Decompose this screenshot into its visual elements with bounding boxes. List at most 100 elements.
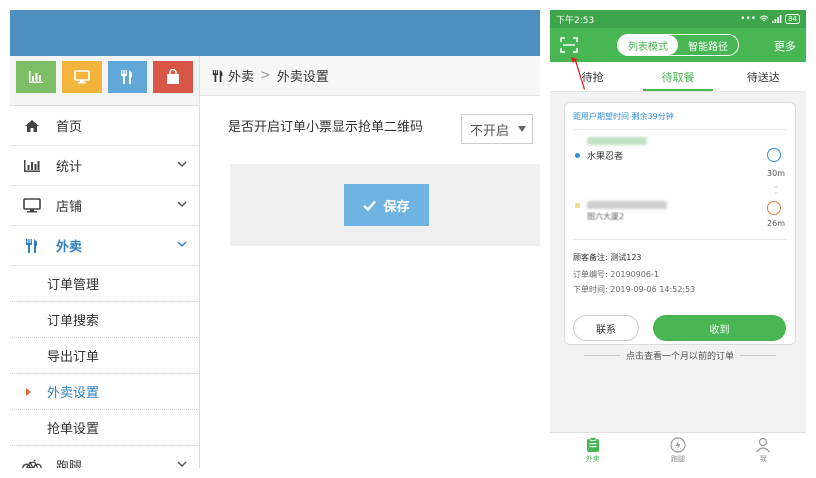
chevron-down-icon [177, 241, 187, 247]
bicycle-icon [22, 458, 42, 468]
sidebar-item-label: 店铺 [56, 200, 83, 215]
location-pin-orange-icon [767, 201, 781, 215]
blurred-address [587, 201, 667, 209]
checkmark-icon [363, 200, 377, 211]
submenu-item-order-search[interactable]: 订单搜索 [10, 302, 199, 338]
submenu-item-order-management[interactable]: 订单管理 [10, 266, 199, 302]
customer-distance: 26m [767, 219, 785, 228]
main-content: 外卖 > 外卖设置 是否开启订单小票显示抢单二维码 不开启 保存 [200, 56, 540, 468]
nav-errand[interactable]: 跑腿 [635, 433, 720, 468]
chevron-down-icon [177, 161, 187, 167]
submenu-item-label: 外卖设置 [47, 386, 100, 401]
order-number: 订单编号: 20190906-1 [573, 270, 659, 279]
bar-chart-icon [28, 71, 43, 83]
receive-button[interactable]: 收到 [653, 315, 786, 341]
older-orders-label: 点击查看一个月以前的订单 [625, 351, 734, 362]
qrcode-toggle-select[interactable]: 不开启 [461, 114, 533, 144]
mode-route-button[interactable]: 智能路径 [678, 35, 738, 55]
admin-panel: 首页 统计 店铺 外卖 订单管理 订单搜索 导出订单 外卖设置 抢单设置 跑腿 [10, 10, 540, 468]
sidebar-item-stats[interactable]: 统计 [10, 146, 199, 186]
contact-button[interactable]: 联系 [573, 315, 639, 341]
order-tabs: 待抢 待取餐 待送达 [550, 62, 806, 92]
breadcrumb: 外卖 > 外卖设置 [200, 56, 540, 96]
divider [573, 239, 787, 240]
fork-knife-icon [212, 69, 223, 82]
tab-pending-pickup[interactable]: 待取餐 [635, 62, 720, 91]
order-time: 下单时间: 2019-09-06 14:52:53 [573, 285, 696, 294]
sidebar-item-takeout[interactable]: 外卖 [10, 226, 199, 266]
sidebar-item-label: 跑腿 [56, 460, 83, 468]
sidebar-item-label: 统计 [56, 160, 83, 175]
nav-label: 跑腿 [670, 455, 685, 463]
shopping-bag-icon [167, 69, 180, 84]
customer-note: 顾客备注: 测试123 [573, 253, 642, 262]
divider [740, 354, 776, 356]
sidebar: 首页 统计 店铺 外卖 订单管理 订单搜索 导出订单 外卖设置 抢单设置 跑腿 [10, 56, 200, 468]
sidebar-item-errand[interactable]: 跑腿 [10, 446, 199, 468]
home-icon [22, 118, 42, 134]
form-actions: 保存 [230, 164, 540, 246]
nav-takeout[interactable]: 外卖 [550, 433, 635, 468]
shortcut-shop-button[interactable] [153, 61, 193, 93]
monitor-icon [73, 70, 90, 84]
fork-knife-icon [22, 238, 42, 254]
sidebar-item-home[interactable]: 首页 [10, 106, 199, 146]
save-button-label: 保存 [383, 199, 410, 215]
chevron-down-icon [177, 461, 187, 467]
bar-chart-icon [22, 158, 42, 174]
mode-list-button[interactable]: 列表模式 [618, 35, 678, 55]
select-value: 不开启 [470, 123, 510, 139]
sidebar-item-label: 首页 [56, 120, 83, 135]
breadcrumb-separator: > [260, 68, 271, 83]
chevron-down-icon [177, 201, 187, 207]
shop-name: 水果忍者 [587, 152, 624, 162]
app-header: 列表模式 智能路径 更多 [550, 28, 806, 62]
address-fragment: 图六大厦2 [587, 212, 625, 221]
status-icons: ••• 84 [740, 14, 800, 24]
monitor-icon [22, 198, 42, 214]
more-button[interactable]: 更多 [774, 38, 796, 54]
submenu-item-grab-settings[interactable]: 抢单设置 [10, 410, 199, 446]
route-chevrons-icon: ⌄ ⌄ [772, 181, 779, 196]
scan-icon[interactable] [560, 37, 578, 53]
eta-text: 距用户期望时间 剩余39分钟 [573, 112, 674, 121]
active-caret-icon [26, 388, 31, 396]
annotation-arrow-icon [571, 57, 585, 90]
tab-pending-grab[interactable]: 待抢 [550, 62, 635, 91]
save-button[interactable]: 保存 [344, 184, 429, 226]
submenu-item-export-orders[interactable]: 导出订单 [10, 338, 199, 374]
submenu-item-label: 订单搜索 [47, 314, 100, 329]
order-card[interactable]: 距用户期望时间 剩余39分钟 水果忍者 30m ⌄ ⌄ 图六大厦2 26m 顾客备… [564, 102, 796, 345]
status-bar: 下午2:53 ••• 84 [550, 10, 806, 28]
top-header-bar [10, 10, 540, 56]
tab-pending-delivery[interactable]: 待送达 [721, 62, 806, 91]
shortcut-store-button[interactable] [61, 61, 102, 93]
sidebar-item-label: 外卖 [56, 240, 83, 255]
breadcrumb-parent-link[interactable]: 外卖 [228, 66, 254, 85]
dropdown-arrow-icon [518, 126, 526, 132]
quick-shortcuts [10, 56, 199, 106]
bottom-navigation: 外卖 跑腿 我 [550, 432, 806, 468]
nav-me[interactable]: 我 [721, 433, 806, 468]
setting-label: 是否开启订单小票显示抢单二维码 [228, 119, 424, 135]
dropoff-marker-icon [575, 203, 580, 208]
pickup-dot-icon [575, 153, 580, 158]
battery-icon: 84 [785, 14, 800, 24]
shortcut-stats-button[interactable] [16, 61, 56, 93]
submenu-item-label: 导出订单 [47, 350, 100, 365]
divider [573, 129, 787, 130]
person-icon [756, 437, 771, 453]
nav-label: 我 [759, 455, 767, 463]
location-pin-blue-icon [767, 148, 781, 162]
older-orders-link[interactable]: 点击查看一个月以前的订单 [564, 348, 796, 362]
shortcut-takeout-button[interactable] [107, 61, 148, 93]
mode-switch: 列表模式 智能路径 [617, 34, 739, 56]
sidebar-item-store[interactable]: 店铺 [10, 186, 199, 226]
submenu-item-takeout-settings[interactable]: 外卖设置 [10, 374, 199, 410]
breadcrumb-current: 外卖设置 [276, 70, 329, 85]
nav-label: 外卖 [585, 455, 600, 463]
shop-distance: 30m [767, 169, 785, 178]
status-dots-icon: ••• [740, 14, 757, 24]
clipboard-icon [586, 437, 599, 452]
blurred-info [587, 137, 647, 145]
